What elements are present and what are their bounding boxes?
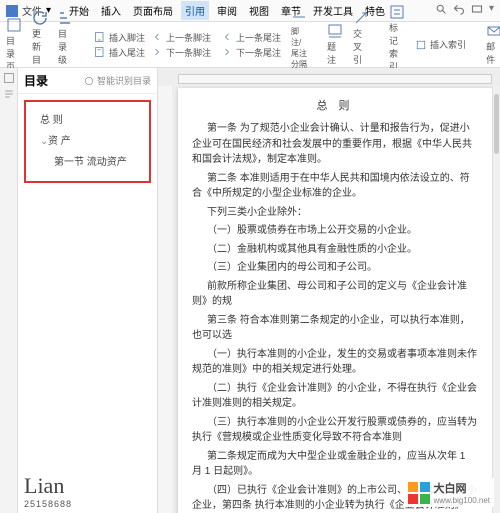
insert-endnote-button[interactable]: 插入尾注 — [94, 46, 145, 59]
prev-endnote-button[interactable]: 上一条尾注 — [221, 31, 281, 44]
menu-insert[interactable]: 插入 — [97, 1, 125, 20]
badge-square-icon — [408, 494, 418, 504]
page-workspace: 总 则第一条 为了规范小企业会计确认、计量和报告行为，促进小企业可在国民经济和社… — [158, 68, 500, 513]
app-icon — [6, 5, 18, 17]
next-endnote-button[interactable]: 下一条尾注 — [221, 46, 281, 59]
footnote-group: 插入脚注 上一条脚注 插入尾注 下一条脚注 — [94, 31, 211, 59]
caret-down-icon[interactable]: ▾ — [489, 3, 494, 18]
doc-heading: 总 则 — [192, 98, 478, 115]
toc-panel: 总 则 ⌄资 产第一节 流动资产 — [24, 100, 151, 183]
ribbon: 目录页 更新目录 目录级别 插入脚注 上一条脚注 插入尾注 下一条脚注 上一条尾… — [0, 22, 500, 68]
toc-item-label: 资 产 — [48, 136, 71, 147]
doc-paragraph: （二）执行《企业会计准则》的小企业，不得在执行《企业会计准则准则的相关规定。 — [192, 381, 478, 412]
watermark-url: www.big100.net — [434, 496, 490, 505]
brand-logo: Lian — [24, 473, 151, 499]
toc-item[interactable]: ⌄资 产 — [30, 129, 145, 150]
badge-square-icon — [408, 482, 418, 492]
mail-button[interactable]: 邮件 — [486, 23, 500, 66]
toc-button[interactable]: 目录页 — [6, 17, 22, 73]
doc-paragraph: （一）股票或债券在市场上公开交易的小企业。 — [192, 223, 478, 239]
sidebar-header: 目录 智能识别目录 — [18, 68, 157, 94]
doc-paragraph: 第二条 本准则适用于在中华人民共和国境内依法设立的、符合《中所规定的小型企业标准… — [192, 171, 478, 202]
chevron-down-icon: ⌄ — [40, 136, 48, 147]
ruler-vertical — [158, 86, 172, 513]
menu-review[interactable]: 审阅 — [213, 1, 241, 20]
watermark-name: 大白网 — [434, 480, 490, 496]
toc-item[interactable]: 总 则 — [30, 108, 145, 129]
doc-paragraph: 第一条 为了规范小企业会计确认、计量和报告行为，促进小企业可在国民经济和社会发展… — [192, 121, 478, 168]
nav-icon[interactable] — [3, 88, 15, 100]
share-icon[interactable] — [471, 3, 483, 18]
menu-references[interactable]: 引用 — [181, 1, 209, 20]
doc-paragraph: 第二条规定而成为大中型企业或金融企业的，应当从次年 1 月 1 日起则》。 — [192, 449, 478, 480]
menu-layout[interactable]: 页面布局 — [129, 1, 177, 20]
badge-square-icon — [420, 494, 430, 504]
toc-item-label: 第一节 流动资产 — [54, 157, 127, 168]
main-area: 目录 智能识别目录 总 则⌄资 产第一节 流动资产 Lian 25158688 … — [0, 68, 500, 513]
brand-number: 25158688 — [24, 499, 151, 509]
insert-index-button[interactable]: 插入索引 — [415, 38, 466, 51]
insert-footnote-button[interactable]: 插入脚注 — [94, 31, 145, 44]
next-footnote-button[interactable]: 下一条脚注 — [151, 46, 211, 59]
doc-paragraph: 第三条 符合本准则第二条规定的小企业，可以执行本准则，也可以选 — [192, 313, 478, 344]
menu-dev[interactable]: 开发工具 — [309, 1, 357, 20]
watermark-badge: 大白网 www.big100.net — [404, 478, 494, 507]
sidebar-title: 目录 — [24, 72, 48, 89]
brand-block: Lian 25158688 — [18, 463, 157, 513]
badge-square-icon — [420, 482, 430, 492]
undo-icon[interactable] — [453, 3, 465, 18]
doc-paragraph: （二）金融机构或其他具有金融性质的小企业。 — [192, 242, 478, 258]
smart-toc-button[interactable]: 智能识别目录 — [84, 74, 151, 87]
caption-button[interactable]: 题注 — [327, 23, 343, 66]
outline-icon[interactable] — [3, 72, 15, 84]
menu-view[interactable]: 视图 — [245, 1, 273, 20]
document-page: 总 则第一条 为了规范小企业会计确认、计量和报告行为，促进小企业可在国民经济和社… — [178, 88, 492, 513]
left-gutter — [0, 68, 18, 513]
doc-paragraph: 下列三类小企业除外： — [192, 205, 478, 221]
doc-paragraph: （三）企业集团内的母公司和子公司。 — [192, 260, 478, 276]
endnote-group: 上一条尾注 下一条尾注 — [221, 31, 281, 59]
titlebar-tools: ▾ — [435, 3, 494, 18]
menu-bar: 开始 插入 页面布局 引用 审阅 视图 章节 开发工具 特色 — [65, 1, 389, 20]
toc-item[interactable]: 第一节 流动资产 — [30, 150, 145, 171]
doc-paragraph: （三）执行本准则的小企业公开发行股票或债券的，应当转为执行《营规模或企业性质变化… — [192, 415, 478, 446]
scrollbar-thumb[interactable] — [494, 94, 499, 154]
scrollbar-vertical[interactable] — [492, 86, 500, 513]
toc-item-label: 总 则 — [40, 115, 63, 126]
ruler-horizontal — [178, 74, 492, 84]
search-icon[interactable] — [435, 3, 447, 18]
sidebar: 目录 智能识别目录 总 则 ⌄资 产第一节 流动资产 Lian 25158688 — [18, 68, 158, 513]
doc-paragraph: （一）执行本准则的小企业，发生的交易或者事项本准则未作规范的准则》中的相关规定进… — [192, 347, 478, 378]
prev-footnote-button[interactable]: 上一条脚注 — [151, 31, 211, 44]
title-bar: 文件 ▾ 开始 插入 页面布局 引用 审阅 视图 章节 开发工具 特色 ▾ — [0, 0, 500, 22]
doc-paragraph: 前款所称企业集团、母公司和子公司的定义与《企业会计准则》的规 — [192, 279, 478, 310]
